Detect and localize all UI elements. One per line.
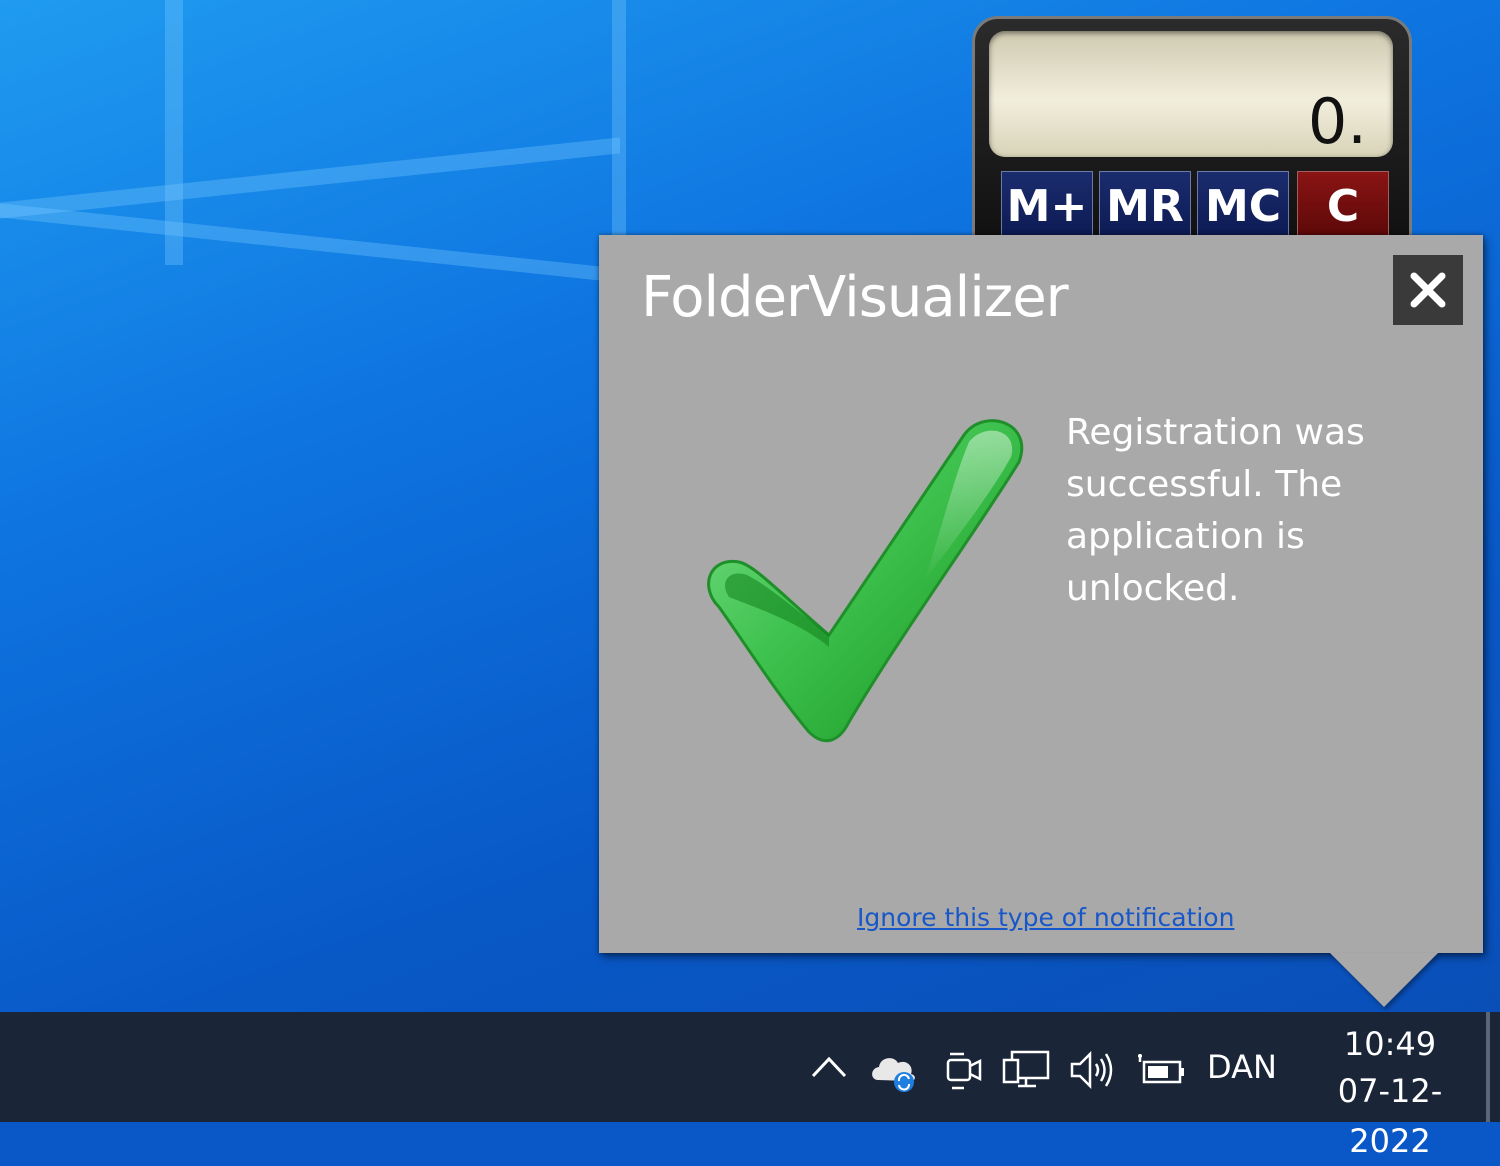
checkmark-icon: [707, 419, 1024, 743]
calculator-mr-button[interactable]: MR: [1099, 171, 1191, 241]
clock-date: 07-12-2022: [1337, 1072, 1443, 1160]
close-button[interactable]: [1393, 255, 1463, 325]
clock-time: 10:49: [1343, 1025, 1437, 1063]
calculator-display-value: 0.: [1307, 85, 1367, 158]
taskbar-clock[interactable]: 10:49 07-12-2022: [1300, 1022, 1480, 1166]
calculator-display: 0.: [989, 31, 1393, 158]
notification-popup: FolderVisualizer Registration was succes…: [599, 235, 1483, 953]
calculator-m-plus-button[interactable]: M+: [1001, 171, 1093, 241]
notification-pointer: [1330, 953, 1438, 1007]
taskbar: DAN 10:49 07-12-2022: [0, 1012, 1500, 1160]
wallpaper-light-beam: [0, 137, 620, 219]
notification-title: FolderVisualizer: [641, 265, 1069, 330]
meet-now-icon[interactable]: [944, 1048, 984, 1092]
close-icon: [1410, 272, 1446, 308]
battery-icon[interactable]: [1134, 1048, 1186, 1092]
ignore-notification-link[interactable]: Ignore this type of notification: [857, 903, 1234, 932]
onedrive-sync-icon[interactable]: [868, 1048, 922, 1094]
input-language-indicator[interactable]: DAN: [1207, 1048, 1277, 1086]
calculator-clear-button[interactable]: C: [1297, 171, 1389, 241]
show-desktop-button[interactable]: [1486, 1012, 1490, 1122]
notification-message: Registration was successful. The applica…: [1066, 412, 1365, 609]
chevron-up-icon[interactable]: [810, 1054, 848, 1080]
wallpaper-light-beam: [0, 203, 620, 283]
network-icon[interactable]: [1002, 1048, 1052, 1092]
calculator-mc-button[interactable]: MC: [1197, 171, 1289, 241]
volume-icon[interactable]: [1068, 1048, 1118, 1092]
